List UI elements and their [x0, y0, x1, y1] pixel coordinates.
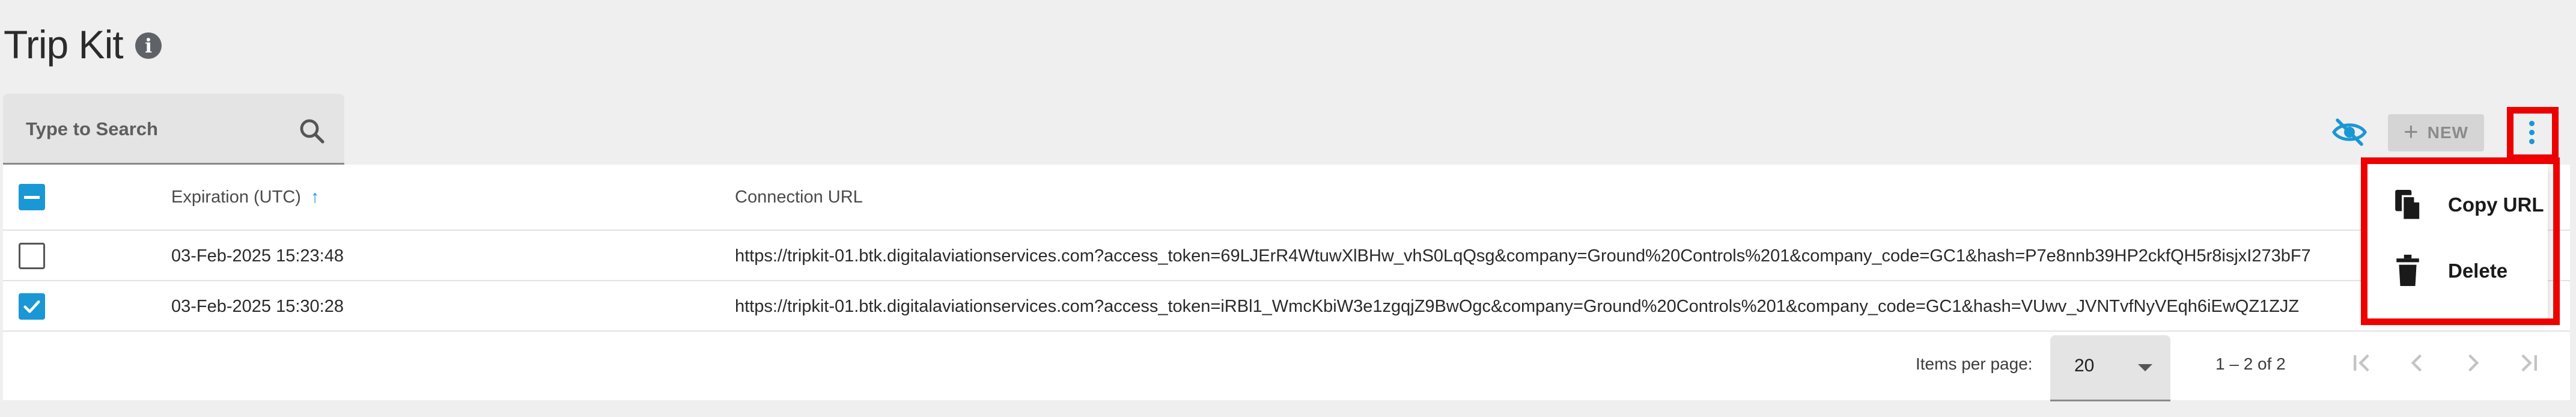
last-page-icon[interactable] — [2515, 350, 2541, 376]
items-per-page-value: 20 — [2074, 356, 2095, 376]
search-input[interactable] — [25, 112, 265, 147]
url-cell: https://tripkit-01.btk.digitalaviationse… — [735, 297, 2300, 316]
page-title-group: Trip Kit i — [4, 22, 162, 67]
paginator: Items per page: 20 1 – 2 of 2 — [3, 332, 2570, 401]
highlight-box-context-menu — [2361, 157, 2560, 325]
page-title: Trip Kit — [4, 22, 124, 67]
column-header-expiration[interactable]: Expiration (UTC) ↑ — [171, 187, 319, 207]
expiration-cell: 03-Feb-2025 15:23:48 — [171, 246, 344, 266]
search-icon[interactable] — [297, 117, 326, 145]
row-checkbox[interactable] — [19, 293, 45, 320]
new-button[interactable]: + NEW — [2388, 114, 2484, 151]
sort-ascending-icon: ↑ — [310, 187, 320, 207]
url-cell: https://tripkit-01.btk.digitalaviationse… — [735, 246, 2311, 266]
chevron-down-icon — [2138, 364, 2152, 371]
next-page-icon[interactable] — [2459, 350, 2486, 376]
info-icon[interactable]: i — [135, 32, 162, 59]
items-per-page-select[interactable]: 20 — [2050, 335, 2170, 401]
previous-page-icon[interactable] — [2404, 350, 2431, 376]
table-header-row: Expiration (UTC) ↑ Connection URL — [3, 165, 2570, 231]
expiration-cell: 03-Feb-2025 15:30:28 — [171, 297, 344, 316]
column-header-expiration-label: Expiration (UTC) — [171, 187, 301, 207]
search-field[interactable] — [3, 94, 344, 165]
trip-kit-table: Expiration (UTC) ↑ Connection URL 03-Feb-… — [3, 165, 2570, 401]
table-row[interactable]: 03-Feb-2025 15:23:48 https://tripkit-01.… — [3, 231, 2570, 281]
row-checkbox[interactable] — [19, 243, 45, 269]
plus-icon: + — [2404, 117, 2419, 145]
highlight-box-more-button — [2507, 107, 2559, 161]
new-button-label: NEW — [2427, 123, 2468, 142]
eye-slash-icon[interactable] — [2331, 118, 2367, 147]
page-range: 1 – 2 of 2 — [2215, 355, 2286, 373]
checkmark-icon — [23, 300, 40, 313]
select-all-checkbox[interactable] — [19, 184, 45, 210]
first-page-icon[interactable] — [2349, 350, 2376, 376]
table-row[interactable]: 03-Feb-2025 15:30:28 https://tripkit-01.… — [3, 281, 2570, 332]
items-per-page-label: Items per page: — [1916, 355, 2033, 373]
column-header-url[interactable]: Connection URL — [735, 187, 2483, 207]
